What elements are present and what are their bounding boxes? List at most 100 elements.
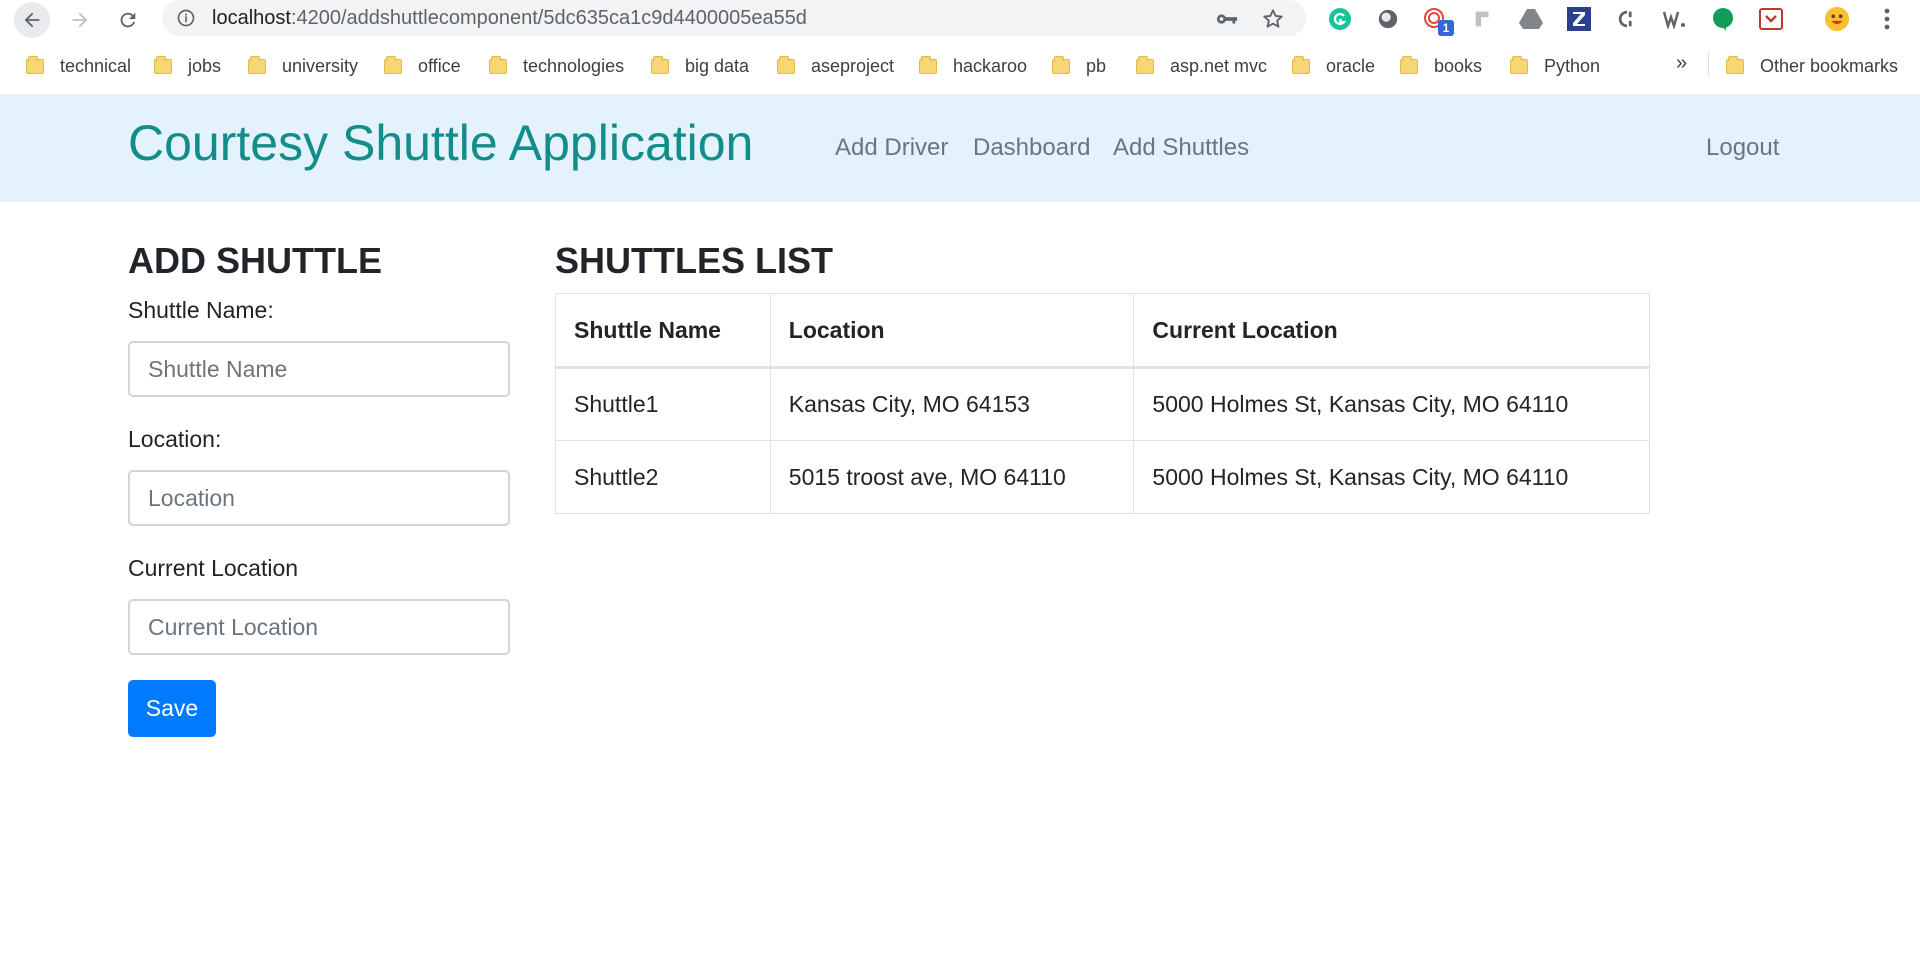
location-label: Location: [128,426,222,452]
bookmark-label: university [282,55,359,76]
bookmark-pb[interactable]: pb [1052,54,1106,78]
back-button[interactable] [14,2,50,38]
bookmark-label: asp.net mvc [1170,55,1268,76]
folder-icon [1510,55,1528,74]
extension-badge: 1 [1438,20,1454,36]
url-host: localhost [212,7,291,29]
current-location-input[interactable] [128,599,510,655]
folder-icon [1400,55,1418,74]
url-text[interactable]: localhost:4200/addshuttlecomponent/5dc63… [212,7,807,30]
bookmark-oracle[interactable]: oracle [1292,54,1375,78]
bookmarks-divider [1708,52,1709,76]
avatar[interactable] [1824,6,1850,32]
folder-icon [1292,55,1310,74]
column-header-shuttle-name: Shuttle Name [555,293,771,369]
save-button[interactable]: Save [128,680,216,737]
bookmark-office[interactable]: office [384,54,461,78]
bookmark-hackaroo[interactable]: hackaroo [919,54,1027,78]
bookmark-label: aseproject [811,55,895,76]
bookmark-technical[interactable]: technical [26,54,131,78]
table-header-row: Shuttle Name Location Current Location [555,293,1650,369]
column-header-location: Location [769,293,1135,369]
app-navbar: Courtesy Shuttle Application Add Driver … [0,94,1920,202]
cell-location: Kansas City, MO 64153 [769,367,1135,441]
arrow-right-icon [72,12,88,28]
shuttles-table: Shuttle Name Location Current Location S… [555,293,1650,514]
zotero-icon[interactable] [1566,6,1592,32]
shuttle-name-input[interactable] [128,341,510,397]
bookmark-technologies[interactable]: technologies [489,54,624,78]
grammarly-icon[interactable] [1327,6,1353,32]
bookmark-label: technologies [523,55,625,76]
shuttle-name-label: Shuttle Name: [128,297,274,323]
bookmark-label: pb [1086,55,1107,76]
more-bookmarks-chevron[interactable]: » [1676,52,1687,75]
bookmark-label: Other bookmarks [1760,55,1899,76]
shuttles-list-heading: SHUTTLES LIST [555,240,833,281]
record-extension-icon[interactable] [1375,6,1401,32]
folder-icon [489,55,507,74]
forward-button[interactable] [62,2,98,38]
menu-dots-icon[interactable] [1874,6,1900,32]
folder-icon [777,55,795,74]
folder-icon [1726,55,1744,74]
bookmark-label: Python [1544,55,1601,76]
column-header-current-location: Current Location [1133,293,1650,369]
folder-icon [26,55,44,74]
bookmark-jobs[interactable]: jobs [154,54,221,78]
logout-link[interactable]: Logout [1706,134,1779,162]
hangouts-icon[interactable] [1710,6,1736,32]
nav-link-add-shuttles[interactable]: Add Shuttles [1113,134,1249,162]
code-extension-icon[interactable] [1614,6,1640,32]
bookmark-aseproject[interactable]: aseproject [777,54,894,78]
folder-icon [1136,55,1154,74]
brand-title[interactable]: Courtesy Shuttle Application [128,114,753,172]
wordtune-icon[interactable] [1662,6,1688,32]
bookmark-big-data[interactable]: big data [651,54,749,78]
cell-current-location: 5000 Holmes St, Kansas City, MO 64110 [1133,367,1650,441]
key-icon[interactable] [1216,8,1238,30]
bookmark-label: jobs [188,55,222,76]
reload-button[interactable] [110,2,146,38]
bookmark-books[interactable]: books [1400,54,1482,78]
current-location-label: Current Location [128,555,299,581]
reload-icon [120,12,136,28]
doc-extension-icon[interactable] [1470,6,1496,32]
cell-shuttle-name: Shuttle1 [555,367,771,441]
arrow-left-icon [24,12,40,28]
star-icon[interactable] [1262,8,1284,30]
bookmark-label: hackaroo [953,55,1028,76]
bookmark-university[interactable]: university [248,54,358,78]
bookmark-aspnet-mvc[interactable]: asp.net mvc [1136,54,1267,78]
pocket-icon[interactable] [1758,6,1784,32]
browser-toolbar: localhost:4200/addshuttlecomponent/5dc63… [0,0,1920,40]
bookmark-label: technical [60,55,132,76]
url-path: :4200/addshuttlecomponent/5dc635ca1c9d44… [290,7,807,29]
bookmark-label: books [1434,55,1483,76]
bookmark-python[interactable]: Python [1510,54,1600,78]
cell-current-location: 5000 Holmes St, Kansas City, MO 64110 [1133,440,1650,514]
drive-icon[interactable] [1518,6,1544,32]
target-extension-icon[interactable]: 1 [1422,6,1454,36]
folder-icon [1052,55,1070,74]
bookmarks-bar: technical jobs university office technol… [0,44,1920,86]
cell-location: 5015 troost ave, MO 64110 [769,440,1135,514]
table-row: Shuttle1 Kansas City, MO 64153 5000 Holm… [555,367,1650,441]
bookmark-label: office [418,55,461,76]
nav-link-dashboard[interactable]: Dashboard [973,134,1090,162]
folder-icon [651,55,669,74]
cell-shuttle-name: Shuttle2 [555,440,771,514]
nav-link-add-driver[interactable]: Add Driver [835,134,948,162]
folder-icon [919,55,937,74]
bookmark-label: oracle [1326,55,1376,76]
info-icon[interactable] [176,8,196,28]
bookmark-label: big data [685,55,750,76]
table-row: Shuttle2 5015 troost ave, MO 64110 5000 … [555,440,1650,514]
address-bar[interactable]: localhost:4200/addshuttlecomponent/5dc63… [162,0,1306,36]
bookmark-other-bookmarks[interactable]: Other bookmarks [1726,54,1898,78]
folder-icon [154,55,172,74]
folder-icon [384,55,402,74]
location-input[interactable] [128,470,510,526]
add-shuttle-heading: ADD SHUTTLE [128,240,382,281]
folder-icon [248,55,266,74]
